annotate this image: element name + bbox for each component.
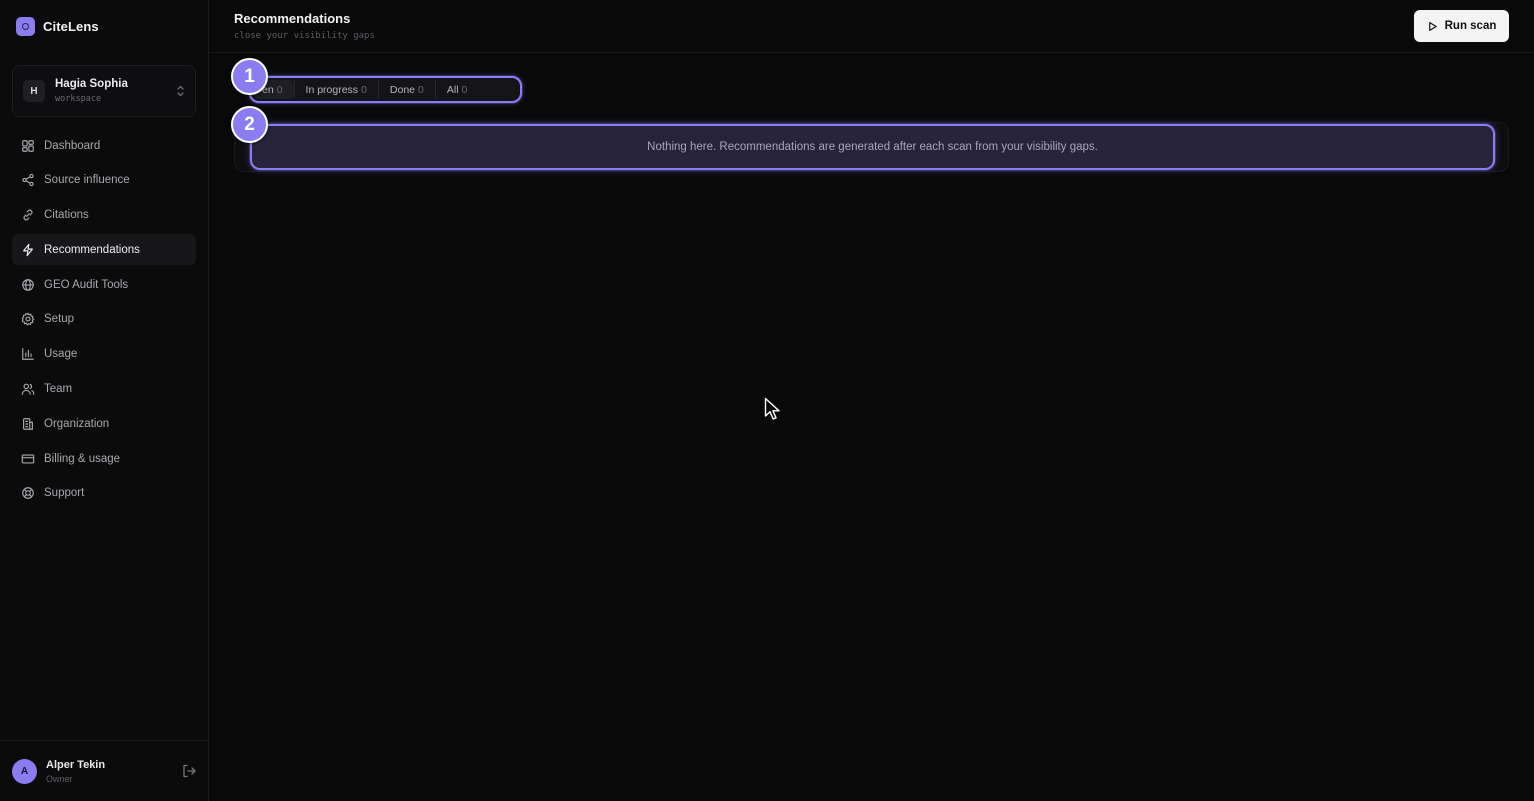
sidebar-item-label: Setup bbox=[44, 313, 75, 326]
sidebar: CiteLens H Hagia Sophia workspace Dashbo… bbox=[0, 0, 209, 801]
sidebar-item-setup[interactable]: Setup bbox=[12, 304, 196, 335]
user-role: Owner bbox=[46, 773, 73, 784]
user-profile: A Alper Tekin Owner bbox=[0, 740, 209, 801]
tab-in-progress[interactable]: In progress 0 bbox=[295, 80, 378, 99]
bar-chart-icon bbox=[21, 347, 35, 361]
sidebar-item-dashboard[interactable]: Dashboard bbox=[12, 130, 196, 161]
mouse-cursor-icon bbox=[764, 397, 780, 420]
sidebar-item-label: GEO Audit Tools bbox=[44, 278, 129, 291]
sidebar-item-team[interactable]: Team bbox=[12, 374, 196, 405]
tab-count: 0 bbox=[418, 83, 424, 96]
sidebar-item-usage[interactable]: Usage bbox=[12, 339, 196, 370]
sidebar-item-label: Dashboard bbox=[44, 139, 101, 152]
sidebar-item-label: Source influence bbox=[44, 174, 130, 187]
workspace-name: Hagia Sophia bbox=[55, 78, 128, 90]
sidebar-item-label: Recommendations bbox=[44, 243, 140, 256]
run-scan-button[interactable]: Run scan bbox=[1414, 10, 1509, 42]
gear-icon bbox=[21, 312, 35, 326]
tab-count: 0 bbox=[276, 83, 283, 96]
page-subtitle: close your visibility gaps bbox=[234, 31, 375, 41]
sidebar-item-label: Organization bbox=[44, 417, 110, 430]
empty-state-message: Nothing here. Recommendations are genera… bbox=[647, 141, 1098, 153]
logout-icon[interactable] bbox=[181, 763, 197, 779]
users-icon bbox=[21, 382, 35, 396]
tab-label: Done bbox=[389, 83, 416, 96]
tab-label: All bbox=[446, 83, 459, 96]
annotation-marker-2: 2 bbox=[231, 106, 268, 143]
play-icon bbox=[1428, 21, 1437, 31]
brand[interactable]: CiteLens bbox=[16, 16, 99, 36]
sidebar-item-billing[interactable]: Billing & usage bbox=[12, 443, 196, 474]
sidebar-nav: Dashboard Source influence Citations Rec… bbox=[12, 130, 196, 513]
life-buoy-icon bbox=[21, 486, 35, 500]
page-title: Recommendations bbox=[234, 11, 351, 26]
tab-label: In progress bbox=[305, 83, 359, 96]
tab-done[interactable]: Done 0 bbox=[379, 80, 435, 99]
user-name: Alper Tekin bbox=[46, 758, 106, 771]
empty-state: Nothing here. Recommendations are genera… bbox=[250, 124, 1495, 170]
run-scan-label: Run scan bbox=[1444, 20, 1497, 32]
sidebar-item-recommendations[interactable]: Recommendations bbox=[12, 234, 196, 266]
sidebar-item-geo-audit-tools[interactable]: GEO Audit Tools bbox=[12, 269, 196, 300]
credit-card-icon bbox=[21, 452, 35, 466]
app-root: CiteLens H Hagia Sophia workspace Dashbo… bbox=[0, 0, 1534, 801]
sidebar-item-label: Support bbox=[44, 487, 85, 500]
chevron-up-down-icon bbox=[176, 84, 185, 99]
workspace-avatar: H bbox=[23, 80, 45, 102]
grid-icon bbox=[21, 139, 35, 153]
globe-icon bbox=[21, 278, 35, 292]
workspace-switcher[interactable]: H Hagia Sophia workspace bbox=[12, 65, 196, 117]
sidebar-item-label: Citations bbox=[44, 209, 89, 222]
page-header: Recommendations close your visibility ga… bbox=[209, 0, 1534, 53]
link-icon bbox=[21, 208, 35, 222]
sidebar-item-organization[interactable]: Organization bbox=[12, 408, 196, 439]
sidebar-item-label: Usage bbox=[44, 348, 78, 361]
sidebar-item-support[interactable]: Support bbox=[12, 478, 196, 509]
tab-count: 0 bbox=[461, 83, 468, 96]
sidebar-item-source-influence[interactable]: Source influence bbox=[12, 165, 196, 196]
brand-logo-icon bbox=[16, 16, 35, 36]
workspace-subtitle: workspace bbox=[55, 94, 102, 104]
sidebar-item-label: Billing & usage bbox=[44, 452, 121, 465]
status-filter-tabs: en 0 In progress 0 Done 0 All 0 bbox=[249, 76, 522, 103]
sidebar-item-label: Team bbox=[44, 383, 73, 396]
brand-name: CiteLens bbox=[43, 18, 99, 34]
sidebar-item-citations[interactable]: Citations bbox=[12, 200, 196, 231]
tab-all[interactable]: All 0 bbox=[436, 80, 479, 99]
tab-count: 0 bbox=[361, 83, 367, 96]
building-icon bbox=[21, 417, 35, 431]
lightning-icon bbox=[21, 243, 35, 257]
annotation-marker-1: 1 bbox=[231, 58, 268, 95]
share-icon bbox=[21, 173, 35, 187]
avatar[interactable]: A bbox=[12, 758, 37, 784]
